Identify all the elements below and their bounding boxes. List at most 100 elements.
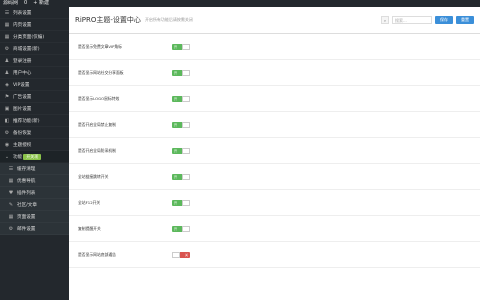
sidebar-item-label: 主题授权 <box>13 142 32 148</box>
setting-label: 是否显示LOGO鼠标特效 <box>78 95 120 101</box>
setting-label: 是否开启全局防采机制 <box>78 147 116 153</box>
toggle-knob[interactable] <box>182 95 190 102</box>
sidebar-item-5[interactable]: ♟ 用户中心 <box>0 67 69 79</box>
sidebar-item-9[interactable]: ◧ 推荐功能(新) <box>0 115 69 127</box>
sidebar-subitem-1[interactable]: ▦ 优惠导航 <box>0 175 69 187</box>
toggle-knob[interactable] <box>182 43 190 50</box>
sidebar-item-label: 优惠导航 <box>17 178 36 184</box>
gear-icon: ⚙ <box>4 129 10 136</box>
grid-icon: ▦ <box>4 33 10 40</box>
sidebar-subitem-3[interactable]: ✎ 社区/文章 <box>0 199 69 211</box>
toggle-text: 开 <box>174 44 178 49</box>
sidebar-subitem-5[interactable]: ⚙ 邮件设置 <box>0 223 69 235</box>
sidebar-item-features[interactable]: ⌄ 功能 开关项 <box>0 151 69 163</box>
setting-toggle[interactable]: 开 <box>172 173 190 180</box>
sidebar-subitem-0[interactable]: ☰ 缓存清理 <box>0 163 69 175</box>
setting-toggle[interactable]: 开 <box>172 43 190 50</box>
sidebar-item-label: 备份恢复 <box>13 130 32 136</box>
toggle-knob[interactable] <box>182 173 190 180</box>
flag-icon: ⚑ <box>4 93 10 100</box>
sidebar-item-label: 社区/文章 <box>17 202 37 208</box>
toggle-text: 开 <box>174 174 178 179</box>
user-icon: ♟ <box>4 57 10 64</box>
search-input[interactable]: 搜索... <box>392 16 432 24</box>
setting-toggle[interactable]: 关 <box>172 251 190 258</box>
setting-toggle[interactable]: 开 <box>172 147 190 154</box>
sidebar-item-label: 邮件设置 <box>17 226 36 232</box>
settings-sidebar: ☰ 列表设置 ▦ 内页设置 ▦ 分类页面(仅编) ⚙ 商城设置(新) ♟ 登录注册 ♟ 用户中心 ◈ VI… <box>0 7 69 300</box>
sidebar-item-label: 广告设置 <box>13 94 32 100</box>
toggle-text: 开 <box>174 226 178 231</box>
toggle-text: 开 <box>174 122 178 127</box>
status-badge: 开关项 <box>23 153 42 160</box>
main-panel: RiPRO主题-设置中心 开启所有功能后请按需关闭 ⌕ 搜索... 保存 重置 … <box>69 7 480 300</box>
setting-label: 全站链接跳转开关 <box>78 173 109 179</box>
sidebar-item-label: 页面设置 <box>17 214 36 220</box>
save-button[interactable]: 保存 <box>435 16 453 24</box>
setting-label: 是否显示免费文章VIP角标 <box>78 43 122 49</box>
site-name-link[interactable]: 源码网 <box>3 0 18 7</box>
user-icon: ♟ <box>4 69 10 76</box>
toggle-knob[interactable] <box>182 225 190 232</box>
grid-icon: ▦ <box>8 213 14 220</box>
toggle-text: 开 <box>174 200 178 205</box>
toggle-knob[interactable] <box>182 199 190 206</box>
page-subtitle: 开启所有功能后请按需关闭 <box>144 17 193 22</box>
comments-count[interactable]: 0 <box>24 0 27 7</box>
sidebar-item-label: VIP设置 <box>13 82 30 88</box>
toggle-text: 开 <box>174 148 178 153</box>
setting-row: 是否显示网站社交分享面板 开 <box>69 60 480 86</box>
grid-icon: ▦ <box>8 177 14 184</box>
sidebar-item-label: 用户中心 <box>13 70 32 76</box>
heart-icon: ♥ <box>8 189 14 196</box>
settings-list: 是否显示免费文章VIP角标开是否显示网站社交分享面板开是否显示LOGO鼠标特效开… <box>69 34 480 300</box>
image-icon: ▣ <box>4 105 10 112</box>
toggle-knob[interactable] <box>182 121 190 128</box>
gear-icon: ⚙ <box>4 45 10 52</box>
sidebar-item-7[interactable]: ⚑ 广告设置 <box>0 91 69 103</box>
sidebar-item-0[interactable]: ☰ 列表设置 <box>0 7 69 19</box>
setting-toggle[interactable]: 开 <box>172 121 190 128</box>
setting-toggle[interactable]: 开 <box>172 199 190 206</box>
gear-icon: ⚙ <box>8 225 14 232</box>
list-icon: ☰ <box>8 165 14 172</box>
setting-label: 是否开启全局禁止复制 <box>78 121 116 127</box>
reset-button[interactable]: 重置 <box>456 16 474 24</box>
chevron-down-icon: ⌄ <box>4 153 10 160</box>
list-icon: ☰ <box>4 9 10 16</box>
sidebar-item-label: 登录注册 <box>13 58 32 64</box>
setting-row: 是否开启全局防采机制 开 <box>69 138 480 164</box>
sidebar-item-label: 内页设置 <box>13 22 32 28</box>
sidebar-item-11[interactable]: ◉ 主题授权 <box>0 139 69 151</box>
setting-toggle[interactable]: 开 <box>172 225 190 232</box>
new-link[interactable]: + 新建 <box>33 0 49 7</box>
sidebar-item-4[interactable]: ♟ 登录注册 <box>0 55 69 67</box>
sidebar-item-label: 推荐功能(新) <box>13 118 40 124</box>
setting-row: 是否显示免费文章VIP角标 开 <box>69 34 480 60</box>
sidebar-item-2[interactable]: ▦ 分类页面(仅编) <box>0 31 69 43</box>
setting-row: 全站链接跳转开关 开 <box>69 164 480 190</box>
setting-row: 全站F12开关 开 <box>69 190 480 216</box>
toggle-text: 开 <box>174 70 178 75</box>
page-title: RiPRO主题-设置中心 <box>75 16 141 24</box>
pencil-icon: ✎ <box>8 201 14 208</box>
page-header: RiPRO主题-设置中心 开启所有功能后请按需关闭 ⌕ 搜索... 保存 重置 <box>69 7 480 34</box>
sidebar-item-8[interactable]: ▣ 图片设置 <box>0 103 69 115</box>
sidebar-item-10[interactable]: ⚙ 备份恢复 <box>0 127 69 139</box>
sidebar-item-6[interactable]: ◈ VIP设置 <box>0 79 69 91</box>
toggle-knob[interactable] <box>182 69 190 76</box>
sidebar-subitem-4[interactable]: ▦ 页面设置 <box>0 211 69 223</box>
eye-icon: ◉ <box>4 141 10 148</box>
setting-toggle[interactable]: 开 <box>172 69 190 76</box>
setting-row: 复制提醒开关 开 <box>69 216 480 242</box>
sidebar-item-label: 缓存清理 <box>17 166 36 172</box>
toggle-knob[interactable] <box>172 251 180 258</box>
gift-icon: ◧ <box>4 117 10 124</box>
sidebar-subitem-2[interactable]: ♥ 插件列表 <box>0 187 69 199</box>
sidebar-item-label: 图片设置 <box>13 106 32 112</box>
toggle-knob[interactable] <box>182 147 190 154</box>
setting-toggle[interactable]: 开 <box>172 95 190 102</box>
sidebar-item-1[interactable]: ▦ 内页设置 <box>0 19 69 31</box>
search-icon[interactable]: ⌕ <box>381 16 389 24</box>
sidebar-item-3[interactable]: ⚙ 商城设置(新) <box>0 43 69 55</box>
